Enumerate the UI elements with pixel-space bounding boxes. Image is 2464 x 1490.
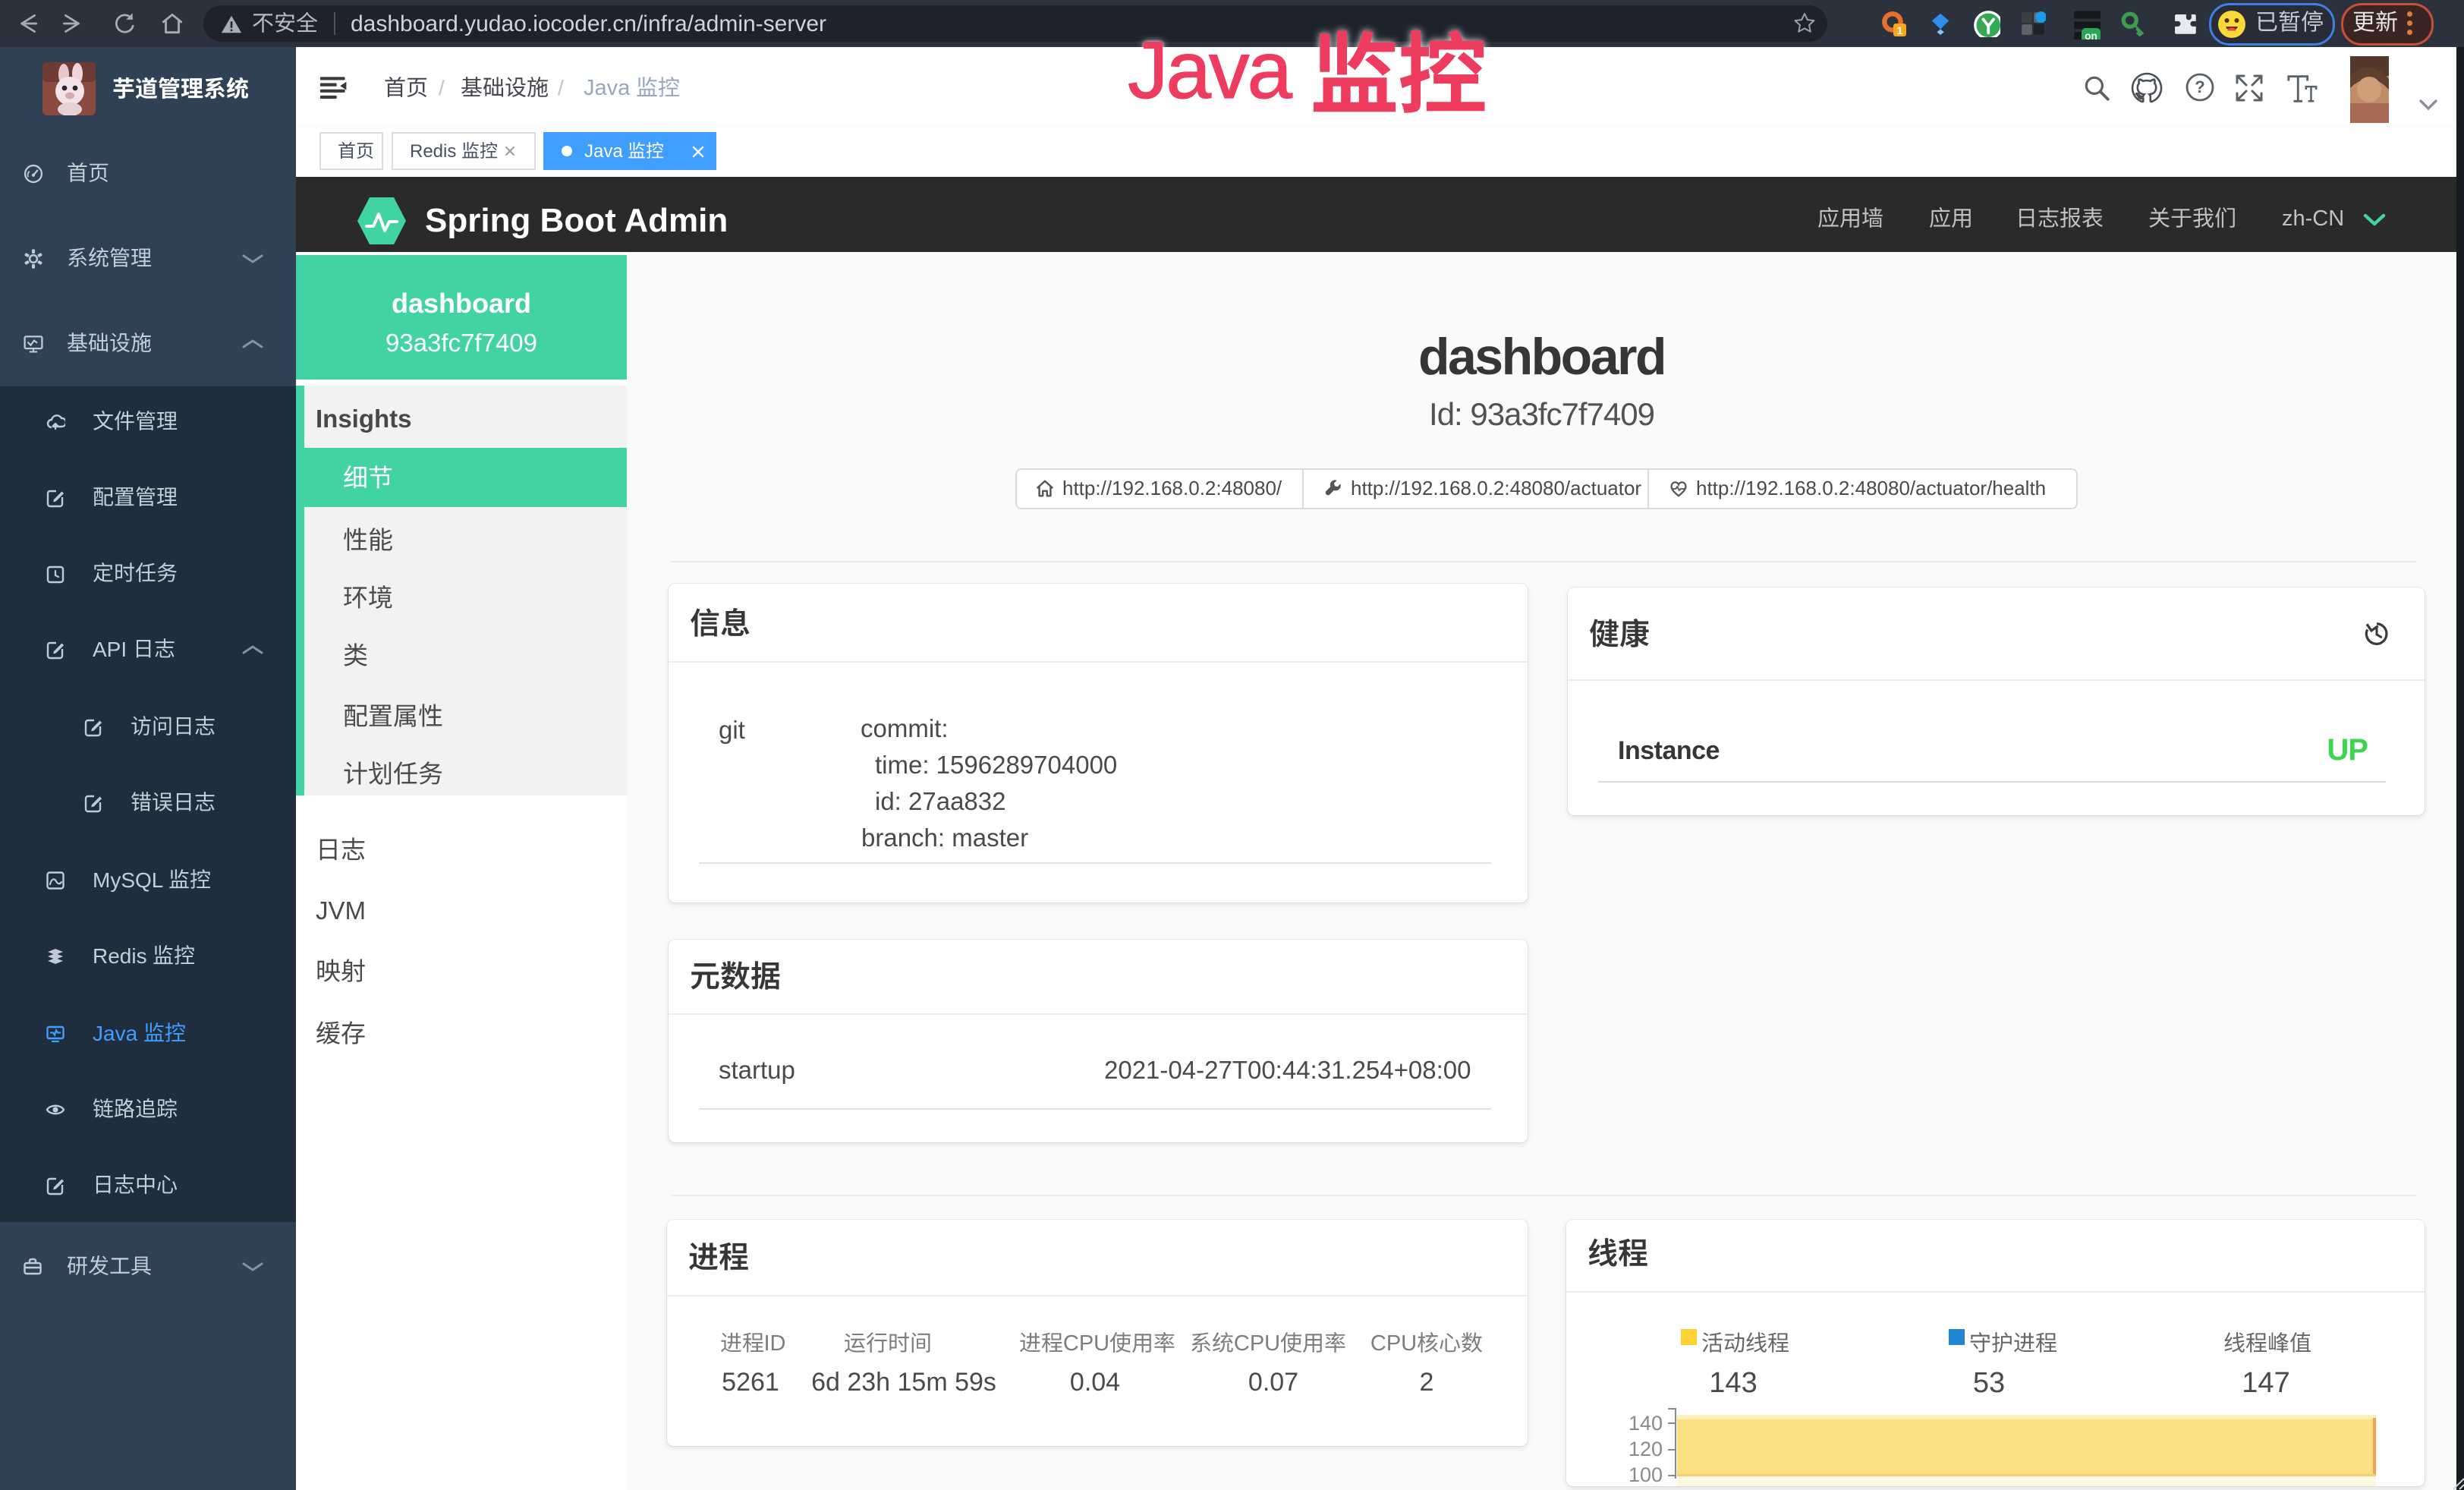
svg-text:1: 1 — [1897, 24, 1903, 36]
svg-text:on: on — [2085, 30, 2097, 39]
svg-text:?: ? — [2195, 77, 2204, 96]
